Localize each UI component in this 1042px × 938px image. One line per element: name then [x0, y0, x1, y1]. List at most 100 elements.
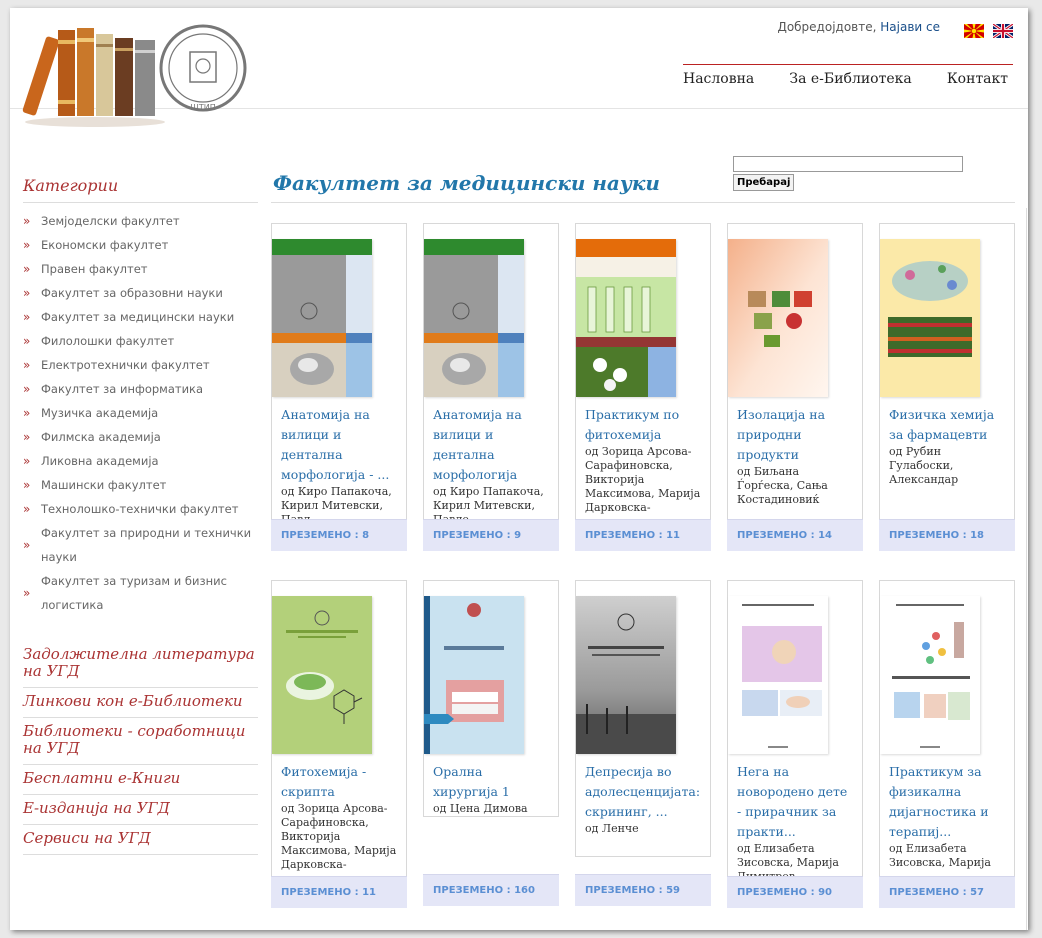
download-label: ПРЕЗЕМЕНО	[585, 530, 666, 541]
download-count: ПРЕЗЕМЕНО9	[423, 519, 559, 551]
book-cover[interactable]	[424, 596, 524, 754]
book-card[interactable]: Изолација на природни продукти од Биљана…	[727, 223, 863, 551]
book-cover[interactable]	[880, 596, 980, 754]
book-authors: од Зорица Арсова-Сарафиновска, Викторија…	[281, 802, 397, 871]
welcome-text: Добредојдовте,	[777, 20, 877, 34]
category-item[interactable]: Електротехнички факултет	[23, 353, 258, 377]
book-cover[interactable]	[728, 239, 828, 397]
side-link[interactable]: Сервиси на УГД	[23, 825, 258, 855]
category-item[interactable]: Економски факултет	[23, 233, 258, 257]
book-title[interactable]: Практикум за физикална дијагностика и те…	[880, 758, 1014, 842]
book-title[interactable]: Орална хирургија 1	[424, 758, 558, 802]
mk-flag-icon[interactable]	[963, 23, 984, 38]
uk-flag-icon[interactable]	[993, 23, 1013, 38]
book-card[interactable]: Анатомија на вилици и дентална морфологи…	[423, 223, 559, 551]
category-item[interactable]: Машински факултет	[23, 473, 258, 497]
book-cover[interactable]	[272, 596, 372, 754]
book-cover[interactable]	[728, 596, 828, 754]
sidebar: Категории Земјоделски факултет Економски…	[23, 176, 258, 855]
search-form: Пребарај	[733, 153, 1028, 191]
nav-home[interactable]: Насловна	[683, 71, 754, 87]
side-links: Задолжителна литература на УГД Линкови к…	[23, 641, 258, 855]
download-count: ПРЕЗЕМЕНО14	[727, 519, 863, 551]
category-item[interactable]: Филолошки факултет	[23, 329, 258, 353]
category-item[interactable]: Факултет за медицински науки	[23, 305, 258, 329]
download-label: ПРЕЗЕМЕНО	[889, 887, 970, 898]
category-item[interactable]: Филмска академија	[23, 425, 258, 449]
book-title[interactable]: Физичка хемија за фармацевти	[880, 401, 1014, 445]
book-title[interactable]: Фитохемија - скрипта	[272, 758, 406, 802]
page-title: Факултет за медицински науки	[273, 171, 660, 195]
book-title[interactable]: Депресија во адолесценцијата: скрининг, …	[576, 758, 710, 822]
book-cover[interactable]	[576, 596, 676, 754]
category-item[interactable]: Факултет за природни и технички науки	[23, 521, 258, 569]
book-cover[interactable]	[272, 239, 372, 397]
content-divider	[1026, 208, 1027, 930]
download-label: ПРЕЗЕМЕНО	[281, 530, 362, 541]
category-item[interactable]: Технолошко-технички факултет	[23, 497, 258, 521]
book-authors: од Рубин Гулабоски, Александар Цветковск…	[889, 445, 959, 486]
category-item[interactable]: Земјоделски факултет	[23, 209, 258, 233]
book-title[interactable]: Изолација на природни продукти	[728, 401, 862, 465]
book-title[interactable]: Анатомија на вилици и дентална морфологи…	[424, 401, 558, 485]
download-label: ПРЕЗЕМЕНО	[433, 530, 514, 541]
category-item[interactable]: Факултет за информатика	[23, 377, 258, 401]
download-label: ПРЕЗЕМЕНО	[737, 887, 818, 898]
book-card[interactable]: Физичка хемија за фармацевти од Рубин Гу…	[879, 223, 1015, 551]
side-link[interactable]: Линкови кон е-Библиотеки	[23, 688, 258, 718]
book-title[interactable]: Анатомија на вилици и дентална морфологи…	[272, 401, 406, 485]
book-authors: од Ленче Милошева	[585, 822, 639, 835]
download-value: 11	[666, 530, 681, 541]
download-count: ПРЕЗЕМЕНО8	[271, 519, 407, 551]
side-link[interactable]: Библиотеки - соработници на УГД	[23, 718, 258, 765]
categories-title: Категории	[23, 176, 258, 203]
book-authors: од Цена Димова	[433, 802, 528, 815]
login-link[interactable]: Најави се	[880, 20, 940, 34]
download-count: ПРЕЗЕМЕНО11	[271, 876, 407, 908]
category-item[interactable]: Музичка академија	[23, 401, 258, 425]
category-item[interactable]: Факултет за туризам и бизнис логистика	[23, 569, 258, 617]
download-label: ПРЕЗЕМЕНО	[737, 530, 818, 541]
search-input[interactable]	[733, 155, 963, 172]
book-cover[interactable]	[424, 239, 524, 397]
category-item[interactable]: Ликовна академија	[23, 449, 258, 473]
book-card[interactable]: Депресија во адолесценцијата: скрининг, …	[575, 580, 711, 857]
book-card[interactable]: Практикум по фитохемија од Зорица Арсова…	[575, 223, 711, 551]
side-link[interactable]: Е-изданија на УГД	[23, 795, 258, 825]
side-link[interactable]: Задолжителна литература на УГД	[23, 641, 258, 688]
book-authors: од Елизабета Зисовска, Марија Димитров..…	[889, 842, 991, 869]
title-divider	[271, 202, 1015, 203]
book-cover[interactable]	[880, 239, 980, 397]
side-link[interactable]: Бесплатни е-Книги	[23, 765, 258, 795]
book-card[interactable]: Орална хирургија 1 од Цена Димова	[423, 580, 559, 817]
download-label: ПРЕЗЕМЕНО	[585, 885, 666, 896]
download-value: 9	[514, 530, 522, 541]
book-title[interactable]: Практикум по фитохемија	[576, 401, 710, 445]
book-card[interactable]: Фитохемија - скрипта од Зорица Арсова-Са…	[271, 580, 407, 908]
nav-contact[interactable]: Контакт	[947, 71, 1008, 87]
book-authors: од Биљана Ѓорѓеска, Сања Костадиновиќ Ве…	[737, 465, 828, 506]
download-count: ПРЕЗЕМЕНО59	[575, 874, 711, 906]
search-button[interactable]: Пребарај	[733, 174, 795, 191]
book-title[interactable]: Нега на новородено дете - прирачник за п…	[728, 758, 862, 842]
download-value: 11	[362, 887, 377, 898]
download-value: 57	[970, 887, 985, 898]
language-switcher	[960, 20, 1013, 39]
book-card[interactable]: Нега на новородено дете - прирачник за п…	[727, 580, 863, 908]
download-count: ПРЕЗЕМЕНО57	[879, 876, 1015, 908]
category-list: Земјоделски факултет Економски факултет …	[23, 209, 258, 617]
nav-about[interactable]: За е-Библиотека	[789, 71, 911, 87]
download-count: ПРЕЗЕМЕНО18	[879, 519, 1015, 551]
book-cover[interactable]	[576, 239, 676, 397]
download-value: 14	[818, 530, 833, 541]
download-value: 59	[666, 885, 681, 896]
download-count: ПРЕЗЕМЕНО11	[575, 519, 711, 551]
download-count: ПРЕЗЕМЕНО90	[727, 876, 863, 908]
category-item[interactable]: Факултет за образовни науки	[23, 281, 258, 305]
download-value: 8	[362, 530, 370, 541]
book-card[interactable]: Анатомија на вилици и дентална морфологи…	[271, 223, 407, 551]
category-item[interactable]: Правен факултет	[23, 257, 258, 281]
welcome-area: Добредојдовте, Најави се	[777, 20, 940, 34]
book-card[interactable]: Практикум за физикална дијагностика и те…	[879, 580, 1015, 908]
library-logo[interactable]: ШТИП	[20, 18, 250, 130]
